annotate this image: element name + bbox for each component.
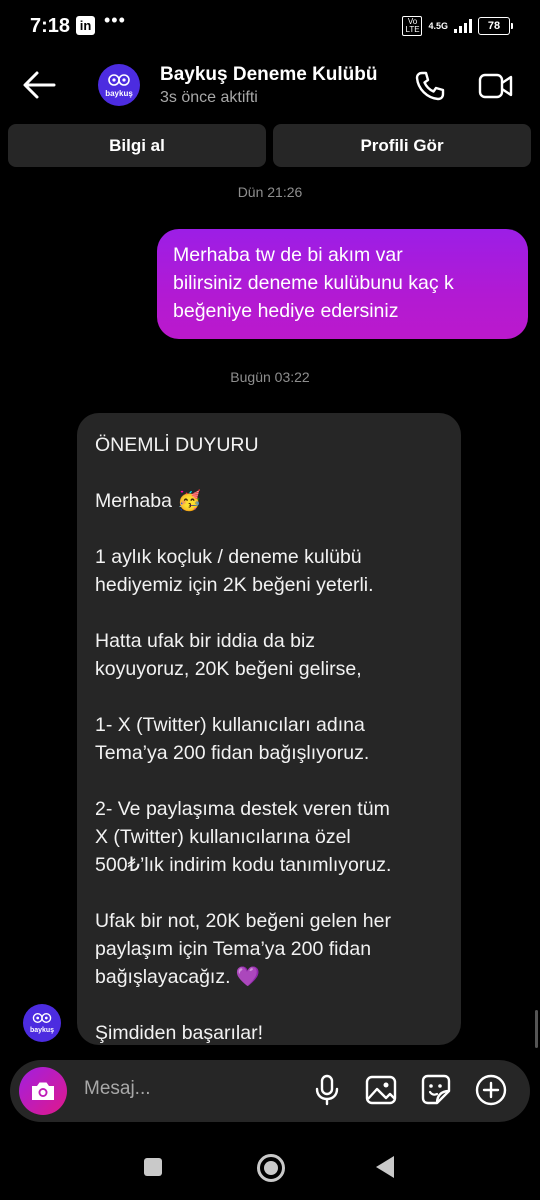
status-time: 7:18 xyxy=(30,15,71,37)
avatar-brand-text: baykuş xyxy=(105,88,133,98)
status-indicators: Vo LTE 4.5G 78 xyxy=(402,15,513,37)
gallery-icon[interactable] xyxy=(364,1073,398,1107)
view-profile-button[interactable]: Profili Gör xyxy=(273,124,531,167)
owl-logo-icon xyxy=(32,1012,52,1027)
video-icon[interactable] xyxy=(478,70,514,102)
plus-icon[interactable] xyxy=(474,1073,508,1107)
timestamp-yesterday: Dün 21:26 xyxy=(237,184,303,200)
avatar-brand-text: baykuş xyxy=(29,1026,55,1034)
timestamp-today: Bugün 03:22 xyxy=(230,369,310,385)
info-button[interactable]: Bilgi al xyxy=(8,124,266,167)
scrollbar[interactable] xyxy=(535,1010,538,1048)
incoming-message-bubble[interactable]: ÖNEMLİ DUYURU Merhaba 🥳 1 aylık koçluk /… xyxy=(77,413,461,1045)
contact-name[interactable]: Baykuş Deneme Kulübü xyxy=(160,64,378,86)
contact-avatar[interactable]: baykuş xyxy=(98,64,140,106)
linkedin-notification-icon: in xyxy=(76,16,95,35)
nav-back-button[interactable] xyxy=(376,1156,394,1178)
sender-avatar[interactable]: baykuş xyxy=(23,1004,61,1042)
contact-status: 3s önce aktifti xyxy=(160,89,258,106)
camera-button[interactable] xyxy=(19,1067,67,1115)
status-bar: 7:18 in ••• Vo LTE 4.5G 78 xyxy=(0,0,540,54)
message-input[interactable]: Mesaj... xyxy=(84,1078,151,1100)
back-arrow-icon[interactable] xyxy=(22,68,56,102)
recent-apps-button[interactable] xyxy=(144,1158,162,1176)
network-type: 4.5G xyxy=(428,20,448,31)
volte-icon: Vo LTE xyxy=(402,16,423,36)
outgoing-message-bubble[interactable]: Merhaba tw de bi akım var bilirsiniz den… xyxy=(157,229,528,339)
battery-icon: 78 xyxy=(478,17,513,35)
sticker-icon[interactable] xyxy=(419,1073,453,1107)
owl-logo-icon xyxy=(108,73,130,89)
phone-icon[interactable] xyxy=(414,70,446,102)
signal-icon xyxy=(454,19,472,33)
camera-icon xyxy=(32,1082,54,1100)
microphone-icon[interactable] xyxy=(310,1073,344,1107)
home-button-dot xyxy=(264,1161,278,1175)
more-notifications-icon: ••• xyxy=(104,10,126,30)
